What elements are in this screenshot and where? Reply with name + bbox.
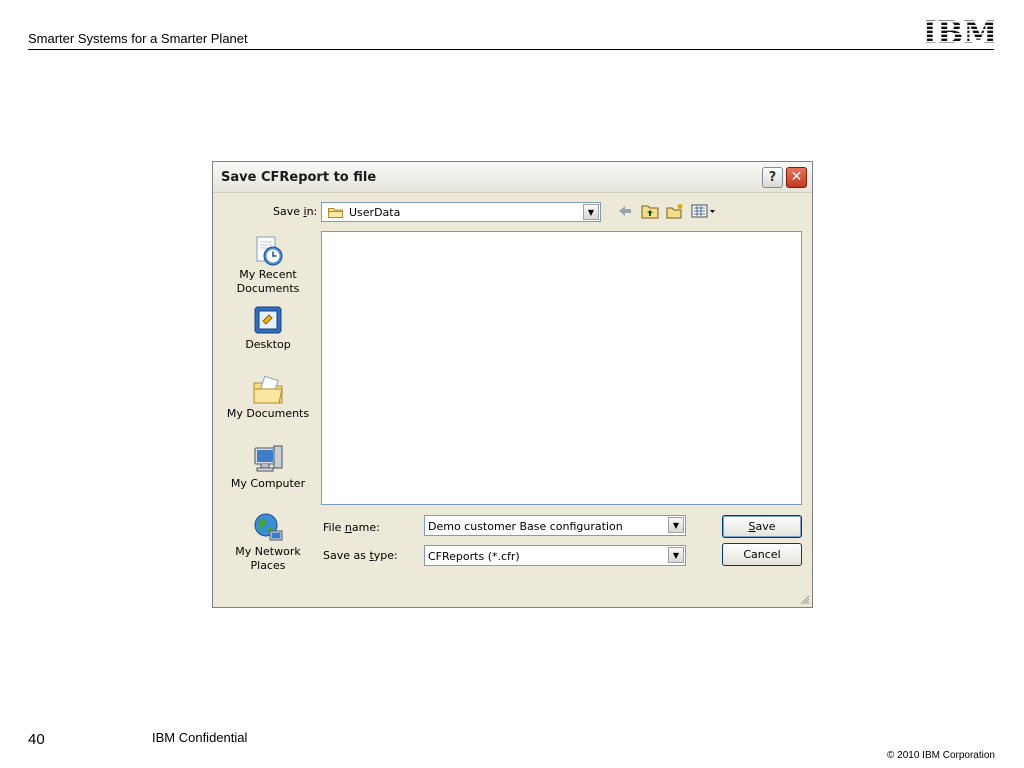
save-in-label: Save in: (273, 205, 317, 218)
save-in-label-text: Save (273, 205, 304, 218)
place-label-line1: Desktop (245, 338, 291, 351)
save-as-type-label: Save as type: (323, 549, 398, 562)
documents-folder-icon (253, 375, 283, 404)
save-as-type-label-text: Save as (323, 549, 370, 562)
save-label: ave (755, 520, 776, 533)
ibm-logo: IBM (926, 16, 994, 46)
new-folder-icon[interactable] (666, 203, 684, 219)
up-folder-icon[interactable] (641, 203, 659, 219)
resize-grip-icon[interactable] (798, 593, 810, 605)
place-label-line2: Places (250, 559, 286, 572)
network-globe-icon (254, 513, 283, 541)
desktop-icon (254, 306, 282, 334)
file-name-input[interactable]: Demo customer Base configuration ▼ (424, 515, 686, 536)
cancel-button[interactable]: Cancel (722, 543, 802, 566)
header-rule (28, 49, 994, 50)
chevron-down-icon[interactable]: ▼ (668, 547, 684, 563)
chevron-down-icon[interactable]: ▼ (668, 517, 684, 533)
close-icon[interactable]: ✕ (786, 167, 807, 188)
save-as-type-value: CFReports (*.cfr) (428, 550, 520, 563)
dialog-title: Save CFReport to file (221, 170, 377, 185)
place-label-line1: My Recent (239, 268, 297, 281)
save-in-dropdown[interactable]: UserData ▼ (321, 202, 601, 222)
folder-icon (328, 208, 343, 218)
recent-documents-icon (256, 236, 283, 266)
file-name-label: File name: (323, 521, 380, 534)
place-label-line2: Documents (236, 282, 300, 295)
place-my-computer[interactable]: My Computer (220, 443, 316, 491)
place-my-documents[interactable]: My Documents (220, 373, 316, 421)
place-my-recent-documents[interactable]: My Recent Documents (220, 234, 316, 296)
place-label-line1: My Computer (230, 477, 306, 490)
place-label-line1: My Network (235, 545, 301, 558)
save-button[interactable]: Save (722, 515, 802, 538)
slide-header: Smarter Systems for a Smarter Planet (28, 31, 248, 46)
file-name-label-suffix: ame: (351, 521, 380, 534)
views-menu-icon[interactable] (691, 203, 717, 219)
save-dialog: Save CFReport to file ? ✕ Save in: UserD… (212, 161, 813, 608)
file-name-mnemonic: n (344, 521, 352, 534)
chevron-down-icon[interactable]: ▼ (583, 204, 599, 220)
save-in-label-suffix: n: (306, 205, 318, 218)
file-name-label-text: File (323, 521, 345, 534)
place-desktop[interactable]: Desktop (220, 304, 316, 352)
save-as-type-dropdown[interactable]: CFReports (*.cfr) ▼ (424, 545, 686, 566)
computer-icon (254, 445, 283, 472)
dialog-titlebar[interactable]: Save CFReport to file ? ✕ (213, 162, 812, 193)
back-icon[interactable] (616, 203, 634, 219)
page-number: 40 (28, 731, 45, 748)
help-icon[interactable]: ? (762, 167, 783, 188)
confidential-label: IBM Confidential (152, 730, 248, 745)
copyright: © 2010 IBM Corporation (887, 750, 995, 761)
place-my-network-places[interactable]: My Network Places (220, 511, 316, 573)
file-list-view[interactable] (321, 231, 802, 505)
place-label-line1: My Documents (226, 407, 310, 420)
save-in-value: UserData (349, 206, 401, 219)
save-as-type-label-suffix: ype: (373, 549, 398, 562)
file-name-value: Demo customer Base configuration (428, 520, 623, 533)
